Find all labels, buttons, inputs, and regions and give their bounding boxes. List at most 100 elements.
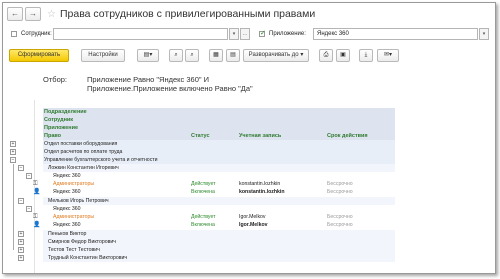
employee-row[interactable]: Смирнов Федор Викторович (43, 238, 395, 246)
filter-summary-line-1: Приложение Равно "Яндекс 360" И (87, 75, 209, 84)
collapse-toggle[interactable]: − (18, 165, 24, 171)
user-icon: 👤 (33, 222, 41, 228)
right-name: Администраторы (53, 181, 95, 187)
settings-button[interactable]: Настройки (81, 49, 125, 62)
right-status: Действует (191, 181, 216, 187)
print-icon[interactable]: ⎙ (319, 49, 333, 62)
generate-button[interactable]: Сформировать (9, 49, 69, 62)
employee-name: Тестов Тест Тестович (48, 247, 100, 253)
user-icon: 👤 (33, 189, 41, 195)
employee-name: Смирнов Федор Викторович (48, 239, 117, 245)
employee-row[interactable]: Ложкин Константин Игоревич (43, 164, 395, 172)
right-account: konstantin.lozhkin (239, 189, 285, 195)
filter-bar: Сотрудник: ▾ … Приложение: Яндекс 360 ▾ (3, 27, 495, 41)
favorite-star-icon[interactable]: ☆ (47, 9, 56, 20)
app-name: Яндекс 360 (53, 206, 81, 212)
find-next-icon[interactable]: ⌕ (185, 49, 199, 62)
employee-name: Трудный Константин Викторович (48, 255, 128, 261)
group-header-employee: Сотрудник (43, 116, 395, 124)
column-header-account: Учетная запись (239, 133, 282, 139)
right-term: Бессрочно (327, 222, 353, 228)
expand-toggle[interactable]: + (18, 247, 24, 253)
expand-to-dropdown[interactable]: Разворачивать до ▾ (243, 49, 309, 62)
page-title: Права сотрудников с привилегированными п… (59, 8, 316, 20)
forward-button[interactable]: → (25, 7, 41, 21)
department-row[interactable]: Управление бухгалтерского учета и отчетн… (43, 156, 395, 164)
column-header-term: Срок действия (327, 133, 368, 139)
right-row[interactable]: Яндекс 360 Включена Igor.Melkov Бессрочн… (43, 221, 395, 229)
app-name: Яндекс 360 (53, 173, 81, 179)
right-account: Igor.Melkov (239, 214, 266, 220)
report-table: Подразделение Сотрудник Приложение Право… (3, 100, 495, 273)
right-name: Яндекс 360 (53, 189, 81, 195)
expand-all-icon[interactable]: ▦ (209, 49, 223, 62)
app-filter-label: Приложение: (269, 31, 306, 37)
collapse-toggle[interactable]: − (18, 198, 24, 204)
expand-toggle[interactable]: + (18, 255, 24, 261)
right-status: Действует (191, 214, 216, 220)
department-row[interactable]: Отдел расчетов по оплате труда (43, 148, 395, 156)
toolbar: Сформировать Настройки ▤▾ ⌕ ⌕ ▦ ▤ Развор… (3, 47, 495, 63)
preview-icon[interactable]: ▣ (336, 49, 350, 62)
variants-button[interactable]: ▤▾ (137, 49, 159, 62)
app-field[interactable]: Яндекс 360 (313, 28, 478, 40)
right-term: Бессрочно (327, 214, 353, 220)
app-dropdown-button[interactable]: ▾ (479, 28, 489, 40)
employee-field[interactable] (53, 28, 228, 40)
right-name: Яндекс 360 (53, 222, 81, 228)
employee-select-button[interactable]: … (240, 28, 250, 40)
department-name: Отдел поставки оборудования (44, 141, 118, 147)
right-status: Включена (191, 222, 215, 228)
department-name: Управление бухгалтерского учета и отчетн… (44, 157, 158, 163)
collapse-toggle[interactable]: − (26, 206, 32, 212)
group-header-department: Подразделение (43, 108, 395, 116)
filter-summary-line-2: Приложение.Приложение включено Равно "Да… (87, 84, 253, 93)
column-header-right: Право (44, 133, 62, 139)
right-term: Бессрочно (327, 181, 353, 187)
filter-summary-label: Отбор: (43, 75, 67, 84)
column-header-status: Статус (191, 133, 210, 139)
right-row[interactable]: Администраторы Действует konstantin.lozh… (43, 180, 395, 188)
expand-toggle[interactable]: + (18, 239, 24, 245)
department-name: Отдел расчетов по оплате труда (44, 149, 123, 155)
employee-row[interactable]: Пеньков Виктор (43, 230, 395, 238)
expand-toggle[interactable]: + (18, 231, 24, 237)
key-icon: ⚿ (33, 181, 38, 187)
employee-filter-checkbox[interactable] (11, 31, 17, 37)
employee-row[interactable]: Тестов Тест Тестович (43, 246, 395, 254)
title-bar: ← → ☆ Права сотрудников с привилегирован… (3, 3, 495, 25)
employee-row[interactable]: Мельков Игорь Петрович (43, 197, 395, 205)
report-window: ← → ☆ Права сотрудников с привилегирован… (2, 2, 496, 274)
collapse-toggle[interactable]: − (10, 157, 16, 163)
expand-toggle[interactable]: + (10, 149, 16, 155)
back-button[interactable]: ← (7, 7, 23, 21)
send-email-icon[interactable]: ✉▾ (377, 49, 399, 62)
employee-name: Ложкин Константин Игоревич (48, 165, 119, 171)
right-name: Администраторы (53, 214, 95, 220)
key-icon: ⚿ (33, 214, 38, 220)
employee-row[interactable]: Трудный Константин Викторович (43, 254, 395, 262)
collapse-toggle[interactable]: − (26, 173, 32, 179)
right-term: Бессрочно (327, 189, 353, 195)
right-row[interactable]: Администраторы Действует Igor.Melkov Бес… (43, 213, 395, 221)
save-icon[interactable]: ⤓ (359, 49, 373, 62)
column-headers: Право Статус Учетная запись Срок действи… (43, 132, 395, 140)
expand-to-label: Разворачивать до (248, 52, 299, 58)
search-icon[interactable]: ⌕ (169, 49, 183, 62)
right-status: Включена (191, 189, 215, 195)
right-account: Igor.Melkov (239, 222, 268, 228)
department-row[interactable]: Отдел поставки оборудования (43, 140, 395, 148)
app-filter-checkbox[interactable] (259, 29, 266, 37)
app-row[interactable]: Яндекс 360 (43, 172, 395, 180)
right-account: konstantin.lozhkin (239, 181, 281, 187)
employee-name: Мельков Игорь Петрович (48, 198, 109, 204)
collapse-all-icon[interactable]: ▤ (226, 49, 240, 62)
group-header-app: Приложение (43, 124, 395, 132)
app-row[interactable]: Яндекс 360 (43, 205, 395, 213)
employee-name: Пеньков Виктор (48, 231, 87, 237)
expand-toggle[interactable]: + (10, 141, 16, 147)
employee-dropdown-button[interactable]: ▾ (229, 28, 239, 40)
tree-line (13, 164, 14, 250)
employee-filter-label: Сотрудник: (21, 31, 52, 37)
right-row[interactable]: Яндекс 360 Включена konstantin.lozhkin Б… (43, 188, 395, 196)
